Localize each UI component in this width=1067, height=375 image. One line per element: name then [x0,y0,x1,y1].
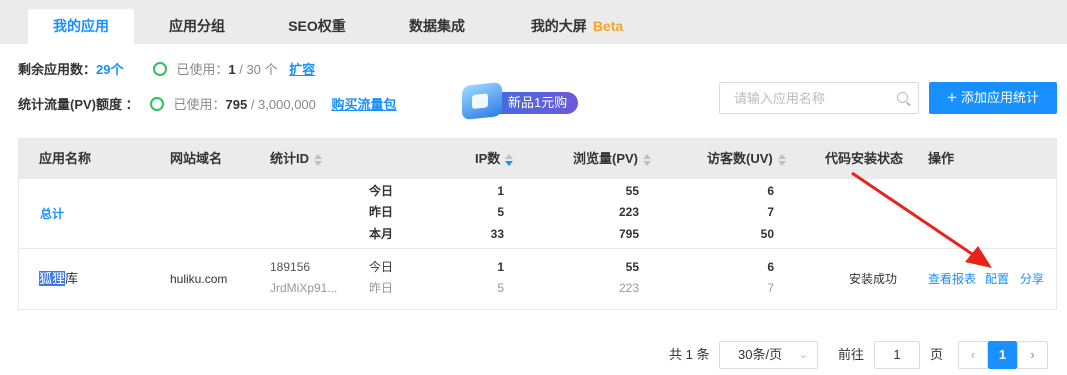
app-quota-row: 剩余应用数：29个 已使用：1 / 30 个 扩容 [18,60,315,80]
app-uv-yesterday: 7 [767,281,774,295]
chevron-down-icon: ⌄ [798,349,808,361]
app-uv-today: 6 [767,260,774,274]
pv-used-total: / 3,000,000 [247,97,316,112]
app-name-selected-text: 狐狸 [39,271,66,286]
pv-quota-row: 统计流量(PV)额度 ： 已使用：795 / 3,000,000 购买流量包 [18,95,397,115]
total-label[interactable]: 总计 [40,205,64,223]
page-number-current[interactable]: 1 [988,341,1017,369]
total-uv-month: 50 [760,227,774,241]
tab-app-groups[interactable]: 应用分组 [148,9,246,44]
promo-cube-icon [462,81,502,121]
app-name[interactable]: 狐狸库 [39,270,78,288]
sort-desc-icon[interactable] [505,153,514,166]
app-quota-label: 剩余应用数： [18,62,97,77]
total-pv-yesterday: 223 [618,205,639,219]
col-pv-label: 浏览量(PV) [573,151,639,166]
total-ip-yesterday: 5 [497,205,504,219]
app-search-box [719,82,919,114]
col-uv[interactable]: 访客数(UV) [707,139,786,179]
status-ring-icon [152,62,167,76]
total-ip-today: 1 [497,184,504,198]
period-label: 本月 [369,227,394,241]
search-icon[interactable] [897,92,908,103]
tab-my-dashboard-label: 我的大屏 [530,18,587,34]
add-app-label: 添加应用统计 [960,90,1039,105]
page-suffix: 页 [930,347,944,362]
buy-traffic-link[interactable]: 购买流量包 [332,97,397,112]
total-pv-month: 795 [618,227,639,241]
next-page-button[interactable]: › [1017,341,1048,369]
goto-label: 前往 [838,347,865,362]
expand-link[interactable]: 扩容 [289,62,315,77]
sort-icon[interactable] [777,153,786,166]
tab-my-apps[interactable]: 我的应用 [28,9,134,44]
beta-badge: Beta [592,18,624,34]
pv-quota-label: 统计流量(PV)额度 ： [18,97,139,112]
chevron-right-icon: › [1030,347,1035,362]
app-stat-id: 189156 [270,260,311,274]
top-tab-bar: 我的应用 应用分组 SEO权重 数据集成 我的大屏 Beta [0,0,1067,44]
app-used-total: / 30 个 [235,62,278,77]
period-label: 昨日 [369,281,394,295]
pv-used-prefix: 已使用： [173,97,226,112]
app-ip-yesterday: 5 [497,281,504,295]
sort-icon[interactable] [643,153,652,166]
app-search-input[interactable] [720,83,890,113]
table-row: 狐狸库 huliku.com 189156 JrdMiXp91... 今日 昨日… [19,249,1056,310]
plus-icon: + [947,88,957,107]
col-ip-label: IP数 [475,151,501,166]
period-label: 昨日 [369,205,394,219]
view-report-link[interactable]: 查看报表 [928,270,976,288]
col-ip[interactable]: IP数 [475,139,514,179]
app-quota-value: 29个 [96,62,124,77]
col-stat-id-label: 统计ID [270,151,310,166]
tab-my-dashboard[interactable]: 我的大屏 Beta [508,9,646,44]
config-link[interactable]: 配置 [985,270,1009,288]
app-domain: huliku.com [170,272,228,286]
goto-page-input[interactable]: 1 [874,341,920,369]
add-app-button[interactable]: + 添加应用统计 [929,82,1057,114]
total-uv-yesterday: 7 [767,205,774,219]
prev-page-button[interactable]: ‹ [958,341,988,369]
share-link[interactable]: 分享 [1020,270,1044,288]
period-label: 今日 [369,184,394,198]
app-used-value: 1 [228,62,236,77]
install-status: 安装成功 [849,272,898,286]
total-pv-today: 55 [625,184,639,198]
app-pv-today: 55 [625,260,639,274]
period-label: 今日 [369,260,394,274]
col-actions: 操作 [928,151,955,166]
pagination-total: 共 1 条 [669,347,710,362]
col-stat-id[interactable]: 统计ID [270,139,323,179]
tab-seo-weight[interactable]: SEO权重 [268,9,366,44]
app-name-rest: 库 [65,271,79,286]
app-pv-yesterday: 223 [618,281,639,295]
table-header: 应用名称 网站域名 统计ID IP数 浏览量(PV) 访客数(UV) 代码安装状… [19,139,1056,179]
col-pv[interactable]: 浏览量(PV) [573,139,652,179]
total-ip-month: 33 [490,227,504,241]
page-size-value: 30条/页 [738,347,783,362]
tab-data-integration[interactable]: 数据集成 [388,9,486,44]
promo-badge[interactable]: 新品1元购 [462,81,580,121]
col-app-name: 应用名称 [39,151,92,166]
app-ip-today: 1 [497,260,504,274]
app-stat-key: JrdMiXp91... [270,281,338,295]
chevron-left-icon: ‹ [970,347,976,362]
pv-used-value: 795 [225,97,248,112]
col-uv-label: 访客数(UV) [707,151,773,166]
col-install-status: 代码安装状态 [825,151,904,166]
table-row-total: 总计 今日 昨日 本月 1 5 33 55 223 795 6 7 50 [19,179,1056,249]
sort-icon[interactable] [314,153,323,166]
page-size-select[interactable]: 30条/页 ⌄ [719,341,818,369]
app-table: 应用名称 网站域名 统计ID IP数 浏览量(PV) 访客数(UV) 代码安装状… [18,138,1057,310]
col-domain: 网站域名 [170,151,223,166]
status-ring-icon [149,97,164,111]
app-used-prefix: 已使用： [176,62,229,77]
total-uv-today: 6 [767,184,774,198]
